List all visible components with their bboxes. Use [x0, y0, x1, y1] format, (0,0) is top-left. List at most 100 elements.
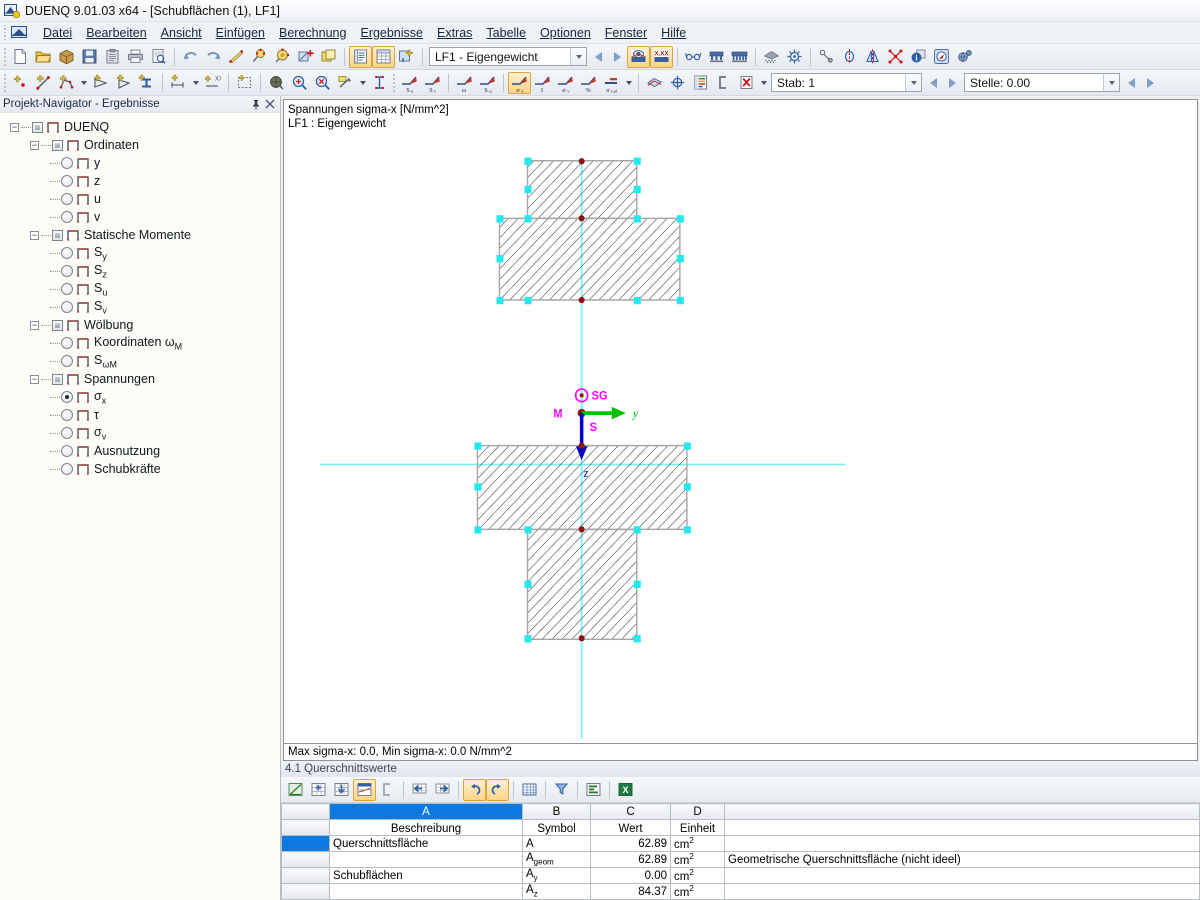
- tree-radio[interactable]: [61, 283, 73, 295]
- menu-optionen[interactable]: Optionen: [533, 24, 598, 42]
- save-icon[interactable]: [78, 46, 101, 68]
- fit-height-icon[interactable]: [368, 72, 391, 94]
- mesh-settings-icon[interactable]: [783, 46, 806, 68]
- cell-kommentar[interactable]: [725, 836, 1200, 852]
- tree-item-s[interactable]: Sz: [0, 262, 280, 280]
- add-element-icon[interactable]: [294, 46, 317, 68]
- cross-section-values-table[interactable]: A B C D Beschreibung Symbol Wert Einheit: [281, 803, 1200, 900]
- chevron-down-icon[interactable]: [905, 74, 921, 91]
- location-select[interactable]: Stelle: 0.00: [964, 73, 1120, 92]
- node-snap-icon[interactable]: [248, 46, 271, 68]
- select-region-icon[interactable]: [233, 72, 256, 94]
- cell-kommentar[interactable]: [725, 868, 1200, 884]
- project-box-icon[interactable]: [55, 46, 78, 68]
- tree-item-s[interactable]: SωM: [0, 352, 280, 370]
- load-case-prev[interactable]: [589, 46, 608, 67]
- result-percent-icon[interactable]: %: [577, 72, 600, 94]
- tree-item-ausnutzung[interactable]: Ausnutzung: [0, 442, 280, 460]
- row-header[interactable]: [282, 884, 330, 900]
- menu-tabelle[interactable]: Tabelle: [479, 24, 533, 42]
- tree-checkbox[interactable]: [52, 320, 63, 331]
- row-header[interactable]: [282, 868, 330, 884]
- tree-item-[interactable]: σx: [0, 388, 280, 406]
- new-polygon-dropdown-icon[interactable]: [78, 72, 89, 94]
- tree-expander[interactable]: −: [30, 141, 39, 150]
- close-icon[interactable]: [263, 97, 277, 111]
- menu-berechnung[interactable]: Berechnung: [272, 24, 353, 42]
- cell-symbol[interactable]: Ay: [523, 868, 591, 884]
- tree-checkbox[interactable]: [52, 230, 63, 241]
- member-next[interactable]: [943, 72, 962, 93]
- tree-item-v[interactable]: v: [0, 208, 280, 226]
- table-grid-icon[interactable]: [518, 779, 541, 801]
- tree-radio[interactable]: [61, 157, 73, 169]
- tree-item-[interactable]: τ: [0, 406, 280, 424]
- column-header-a[interactable]: A: [330, 804, 523, 820]
- dimension-icon[interactable]: [167, 72, 190, 94]
- tree-item-s[interactable]: Sy: [0, 244, 280, 262]
- result-su-icon[interactable]: Su: [398, 72, 421, 94]
- globe-settings-icon[interactable]: [953, 46, 976, 68]
- section-edit-icon[interactable]: [225, 46, 248, 68]
- scale-icon[interactable]: [884, 46, 907, 68]
- window-copy-icon[interactable]: [317, 46, 340, 68]
- column-header-c[interactable]: C: [591, 804, 671, 820]
- tree-item-u[interactable]: u: [0, 190, 280, 208]
- rotate-node-icon[interactable]: [271, 46, 294, 68]
- tree-item-y[interactable]: y: [0, 154, 280, 172]
- new-file-icon[interactable]: [9, 46, 32, 68]
- tree-radio[interactable]: [61, 175, 73, 187]
- new-line-icon[interactable]: [32, 72, 55, 94]
- table-filter-icon[interactable]: [550, 779, 573, 801]
- result-sigma-x-icon[interactable]: σx: [508, 72, 531, 94]
- column-header-d[interactable]: D: [671, 804, 725, 820]
- menu-bearbeiten[interactable]: Bearbeiten: [79, 24, 153, 42]
- table-row[interactable]: Az84.37cm2: [282, 884, 1200, 900]
- bracket-icon[interactable]: [712, 72, 735, 94]
- zoom-in-icon[interactable]: [288, 72, 311, 94]
- dimension-dropdown-icon[interactable]: [190, 72, 201, 94]
- legend-icon[interactable]: [689, 72, 712, 94]
- open-file-icon[interactable]: [32, 46, 55, 68]
- table-next-icon[interactable]: [431, 779, 454, 801]
- member-select[interactable]: Stab: 1: [771, 73, 922, 92]
- tree-radio[interactable]: [61, 409, 73, 421]
- table-prev-icon[interactable]: [408, 779, 431, 801]
- supports-multi-icon[interactable]: [728, 46, 751, 68]
- render-eye-icon[interactable]: [627, 46, 650, 68]
- table-delete-row-icon[interactable]: [330, 779, 353, 801]
- load-case-select[interactable]: LF1 - Eigengewicht: [429, 47, 587, 66]
- location-prev[interactable]: [1122, 72, 1141, 93]
- tree-radio[interactable]: [61, 445, 73, 457]
- table-bracket-icon[interactable]: [376, 779, 399, 801]
- tree-radio[interactable]: [61, 265, 73, 277]
- menu-fenster[interactable]: Fenster: [598, 24, 654, 42]
- table-excel-icon[interactable]: X: [614, 779, 637, 801]
- help-compass-icon[interactable]: [930, 46, 953, 68]
- tree-expander[interactable]: −: [10, 123, 19, 132]
- cell-symbol[interactable]: A: [523, 836, 591, 852]
- row-header[interactable]: [282, 836, 330, 852]
- result-dropdown-icon[interactable]: [623, 72, 634, 94]
- tree-item-spannungen[interactable]: −Spannungen: [0, 370, 280, 388]
- mesh-render-icon[interactable]: [760, 46, 783, 68]
- column-header-b[interactable]: B: [523, 804, 591, 820]
- menu-extras[interactable]: Extras: [430, 24, 479, 42]
- cell-einheit[interactable]: cm2: [671, 868, 725, 884]
- result-somega-icon[interactable]: Sω: [476, 72, 499, 94]
- load-case-add-icon[interactable]: [395, 46, 418, 68]
- tree-item-s[interactable]: Su: [0, 280, 280, 298]
- tree-expander[interactable]: −: [30, 321, 39, 330]
- menu-ergebnisse[interactable]: Ergebnisse: [353, 24, 430, 42]
- row-header[interactable]: [282, 852, 330, 868]
- glasses-icon[interactable]: [682, 46, 705, 68]
- tree-item-w-lbung[interactable]: −Wölbung: [0, 316, 280, 334]
- tree-radio[interactable]: [61, 463, 73, 475]
- table-insert-row-icon[interactable]: [307, 779, 330, 801]
- tree-radio[interactable]: [61, 355, 73, 367]
- table-panel-icon[interactable]: [349, 46, 372, 68]
- table-row[interactable]: QuerschnittsflächeA62.89cm2: [282, 836, 1200, 852]
- tree-expander[interactable]: −: [30, 375, 39, 384]
- result-sigma-v-icon[interactable]: σv: [554, 72, 577, 94]
- tree-radio[interactable]: [61, 391, 73, 403]
